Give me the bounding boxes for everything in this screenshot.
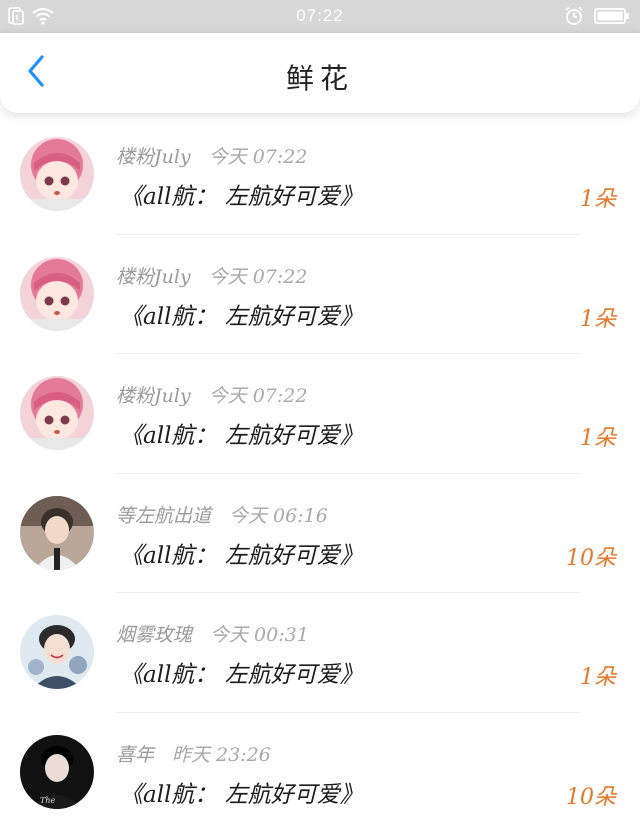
gift-time: 今天 00:31 <box>210 624 309 646</box>
gift-meta: 等左航出道今天 06:16 <box>116 501 328 528</box>
list-item[interactable]: 楼粉July 今天 07:22 《all航： 左航好可爱》 1朵 <box>0 115 640 235</box>
gift-time: 今天 06:16 <box>229 505 328 527</box>
sender-name: 烟雾玫瑰 <box>116 624 192 646</box>
gift-message: 《all航： 左航好可爱》 <box>120 177 363 211</box>
list-item[interactable]: 楼粉July 今天 07:22 《all航： 左航好可爱》 1朵 <box>0 354 640 474</box>
gift-amount: 10朵 <box>566 540 616 572</box>
status-bar: 07:22 <box>0 0 640 33</box>
gift-message: 《all航： 左航好可爱》 <box>120 297 363 331</box>
list-item[interactable]: 楼粉July 今天 07:22 《all航： 左航好可爱》 1朵 <box>0 235 640 355</box>
gift-meta: 喜年昨天 23:26 <box>116 740 271 767</box>
gift-list: 楼粉July 今天 07:22 《all航： 左航好可爱》 1朵 楼粉July 今天… <box>0 115 640 832</box>
sender-name: 等左航出道 <box>116 505 211 527</box>
avatar <box>20 257 94 331</box>
gift-time: 今天 07:22 <box>209 385 308 407</box>
gift-time: 昨天 23:26 <box>172 744 271 766</box>
gift-time: 今天 07:22 <box>209 146 308 168</box>
gift-amount: 1朵 <box>580 301 616 333</box>
gift-message: 《all航： 左航好可爱》 <box>120 416 363 450</box>
page-title: 鲜花 <box>0 57 640 97</box>
gift-meta: 楼粉July 今天 07:22 <box>116 142 307 169</box>
gift-message: 《all航： 左航好可爱》 <box>120 655 363 689</box>
gift-meta: 烟雾玫瑰今天 00:31 <box>116 620 309 647</box>
list-item[interactable]: 烟雾玫瑰今天 00:31 《all航： 左航好可爱》 1朵 <box>0 593 640 713</box>
svg-text:The: The <box>40 796 55 805</box>
gift-message: 《all航： 左航好可爱》 <box>120 775 363 809</box>
sender-name: 楼粉July <box>116 146 191 168</box>
avatar <box>20 615 94 689</box>
status-time: 07:22 <box>0 6 640 26</box>
alarm-icon <box>564 6 584 30</box>
gift-time: 今天 07:22 <box>209 266 308 288</box>
avatar <box>20 496 94 570</box>
list-item[interactable]: 等左航出道今天 06:16 《all航： 左航好可爱》 10朵 <box>0 474 640 594</box>
gift-message: 《all航： 左航好可爱》 <box>120 536 363 570</box>
gift-amount: 10朵 <box>566 779 616 811</box>
gift-amount: 1朵 <box>580 181 616 213</box>
nav-bar: 鲜花 <box>0 33 640 113</box>
battery-icon <box>594 7 630 29</box>
status-right-icons <box>564 6 630 30</box>
sender-name: 楼粉July <box>116 266 191 288</box>
sender-name: 喜年 <box>116 744 154 766</box>
avatar <box>20 376 94 450</box>
list-item[interactable]: The 喜年昨天 23:26 《all航： 左航好可爱》 10朵 <box>0 713 640 832</box>
avatar <box>20 137 94 211</box>
gift-meta: 楼粉July 今天 07:22 <box>116 381 307 408</box>
gift-meta: 楼粉July 今天 07:22 <box>116 262 307 289</box>
sender-name: 楼粉July <box>116 385 191 407</box>
avatar: The <box>20 735 94 809</box>
gift-amount: 1朵 <box>580 659 616 691</box>
gift-amount: 1朵 <box>580 420 616 452</box>
